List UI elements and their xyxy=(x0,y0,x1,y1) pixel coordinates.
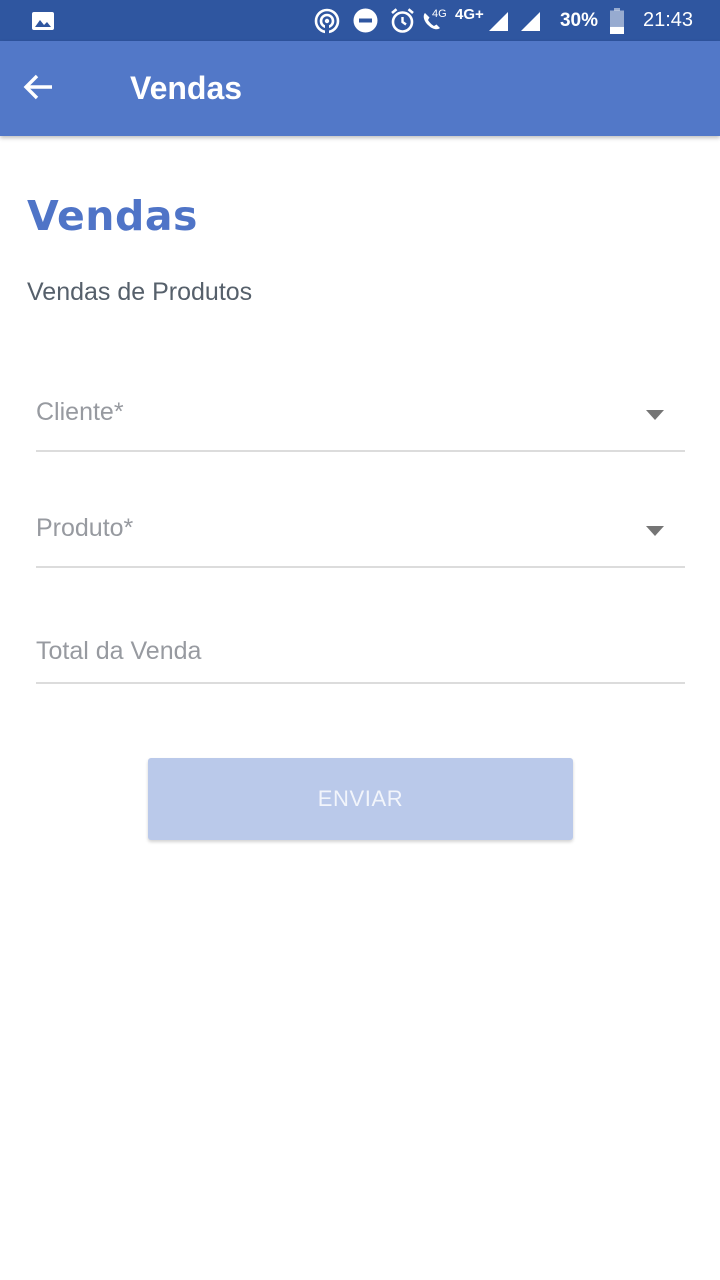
network-label: 4G xyxy=(432,8,447,20)
status-bar: 4G 4G+ 30% 21:43 xyxy=(0,0,720,41)
enviar-button[interactable]: ENVIAR xyxy=(148,758,573,840)
image-icon xyxy=(30,0,56,41)
clock: 21:43 xyxy=(642,9,694,31)
signal-icon xyxy=(519,0,541,41)
cliente-select[interactable]: Cliente* xyxy=(36,388,685,452)
arrow-back-icon xyxy=(22,73,54,106)
page-subtitle: Vendas de Produtos xyxy=(27,278,253,306)
battery-icon xyxy=(607,0,627,41)
total-venda-input[interactable]: Total da Venda xyxy=(36,620,685,684)
network-type: 4G+ xyxy=(455,6,484,23)
page-title: Vendas xyxy=(27,192,198,240)
back-button[interactable] xyxy=(22,66,86,112)
do-not-disturb-icon xyxy=(352,0,378,41)
total-venda-label: Total da Venda xyxy=(36,637,202,665)
chevron-down-icon xyxy=(645,408,665,420)
cliente-label: Cliente* xyxy=(36,398,124,426)
signal-icon xyxy=(487,0,509,41)
battery-percent: 30% xyxy=(559,9,599,31)
app-bar-title: Vendas xyxy=(130,70,243,106)
hotspot-icon xyxy=(313,0,341,41)
chevron-down-icon xyxy=(645,524,665,536)
volte-call-icon: 4G xyxy=(420,0,452,41)
produto-select[interactable]: Produto* xyxy=(36,504,685,568)
produto-label: Produto* xyxy=(36,514,134,542)
app-bar: Vendas xyxy=(0,41,720,136)
alarm-icon xyxy=(388,0,416,41)
